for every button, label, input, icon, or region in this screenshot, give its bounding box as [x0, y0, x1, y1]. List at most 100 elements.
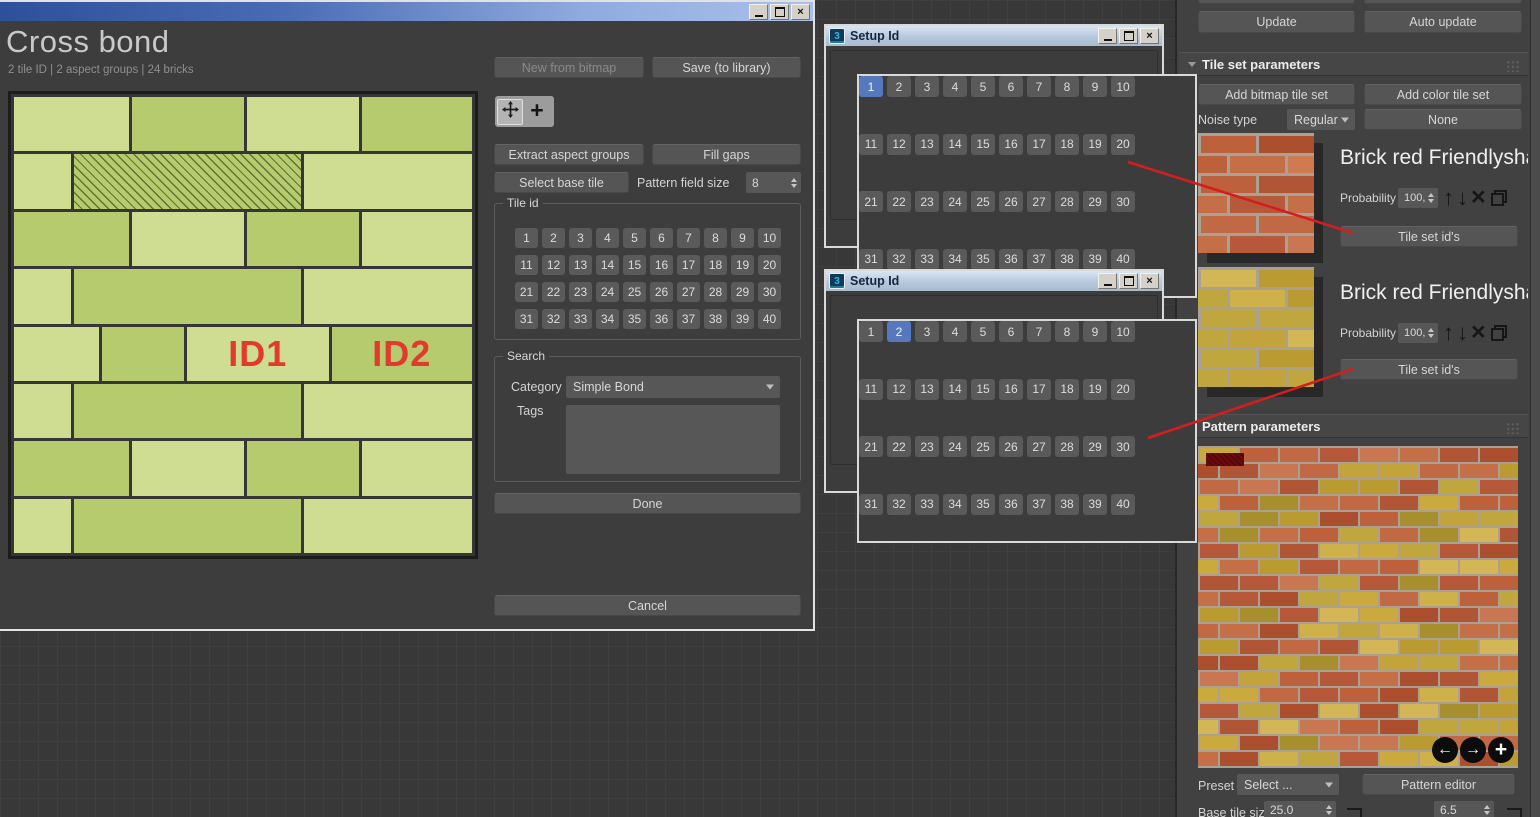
tile-id-button-10[interactable]: 10 [758, 228, 781, 248]
preview-brick[interactable] [247, 97, 359, 151]
dialog-title-bar[interactable]: 3 Setup Id × [826, 271, 1162, 291]
tile-id-button-30[interactable]: 30 [1111, 191, 1135, 212]
spinner-arrows-icon[interactable] [1326, 801, 1332, 817]
close-icon[interactable]: × [1140, 28, 1159, 44]
tile-id-button-15[interactable]: 15 [971, 379, 995, 400]
tile-id-button-24[interactable]: 24 [943, 436, 967, 457]
preview-brick[interactable] [304, 269, 472, 323]
fill-gaps-button[interactable]: Fill gaps [652, 144, 801, 165]
pattern-field-size-spinner[interactable]: 8 [746, 172, 801, 193]
pattern-preview[interactable]: ID1ID2 [14, 97, 472, 553]
tile-id-button-36[interactable]: 36 [999, 494, 1023, 515]
tile-id-button-20[interactable]: 20 [1111, 134, 1135, 155]
tile-id-button-39[interactable]: 39 [1083, 494, 1107, 515]
title-bar[interactable]: × [0, 2, 813, 21]
dialog-title-bar[interactable]: 3 Setup Id × [826, 26, 1162, 46]
tile-id-button-11[interactable]: 11 [859, 379, 883, 400]
tile-id-button-38[interactable]: 38 [704, 309, 727, 329]
preview-brick[interactable] [304, 384, 472, 438]
tile-id-button-6[interactable]: 6 [999, 321, 1023, 342]
preview-brick[interactable] [132, 441, 243, 495]
delete-icon[interactable]: × [1471, 185, 1486, 210]
tile-id-button-25[interactable]: 25 [971, 436, 995, 457]
tile-id-button-10[interactable]: 10 [1111, 321, 1135, 342]
tile-id-button-27[interactable]: 27 [1027, 191, 1051, 212]
tile-id-button-23[interactable]: 23 [915, 191, 939, 212]
tile-id-button-21[interactable]: 21 [859, 436, 883, 457]
tile-id-button-19[interactable]: 19 [1083, 379, 1107, 400]
tile-id-button-21[interactable]: 21 [515, 282, 538, 302]
tile-id-button-34[interactable]: 34 [943, 494, 967, 515]
tile-id-button-9[interactable]: 9 [1083, 321, 1107, 342]
preview-brick[interactable] [304, 499, 472, 553]
tile-set-ids-button-1[interactable]: Tile set id's [1340, 226, 1518, 247]
tile-id-button-5[interactable]: 5 [971, 321, 995, 342]
preview-brick[interactable] [362, 97, 472, 151]
tile-id-button-18[interactable]: 18 [1055, 379, 1079, 400]
tile-id-button-38[interactable]: 38 [1055, 249, 1079, 270]
move-up-icon[interactable]: ↑ [1443, 187, 1454, 209]
tile-id-button-26[interactable]: 26 [999, 191, 1023, 212]
tile-id-button-31[interactable]: 31 [515, 309, 538, 329]
tile-id-button-24[interactable]: 24 [943, 191, 967, 212]
tile-id-button-36[interactable]: 36 [650, 309, 673, 329]
preview-brick[interactable] [74, 269, 301, 323]
tile-id-button-7[interactable]: 7 [677, 228, 700, 248]
preview-brick[interactable] [14, 154, 71, 208]
previous-pattern-button[interactable]: ← [1432, 737, 1458, 763]
tile-id-button-12[interactable]: 12 [887, 134, 911, 155]
tile-id-button-8[interactable]: 8 [1055, 321, 1079, 342]
tile-id-button-23[interactable]: 23 [915, 436, 939, 457]
tile-id-button-17[interactable]: 17 [1027, 379, 1051, 400]
tile-id-button-3[interactable]: 3 [915, 321, 939, 342]
tile-id-button-18[interactable]: 18 [1055, 134, 1079, 155]
tile-id-button-11[interactable]: 11 [859, 134, 883, 155]
tile-id-button-14[interactable]: 14 [943, 379, 967, 400]
tile-id-button-13[interactable]: 13 [915, 379, 939, 400]
base-tile-height-spinner[interactable]: 6.5 [1434, 801, 1494, 817]
preview-brick[interactable] [362, 212, 472, 266]
preview-brick[interactable] [247, 441, 359, 495]
preview-brick[interactable] [14, 441, 129, 495]
tags-input[interactable] [566, 405, 780, 474]
tile-id-button-40[interactable]: 40 [1111, 249, 1135, 270]
select-base-tile-button[interactable]: Select base tile [494, 172, 629, 193]
preview-brick[interactable] [74, 499, 301, 553]
tile-id-button-3[interactable]: 3 [915, 76, 939, 97]
selected-base-tile[interactable] [74, 154, 301, 208]
tile-id-button-22[interactable]: 22 [887, 191, 911, 212]
tile-id-button-32[interactable]: 32 [887, 249, 911, 270]
cancel-button[interactable]: Cancel [494, 595, 801, 616]
move-down-icon[interactable]: ↓ [1457, 187, 1468, 209]
tile-id-button-35[interactable]: 35 [971, 249, 995, 270]
pan-tool-button[interactable] [497, 99, 523, 125]
tile-id-button-1[interactable]: 1 [859, 321, 883, 342]
preview-brick[interactable] [14, 97, 129, 151]
noise-type-select[interactable]: Regular [1287, 109, 1355, 130]
tile-id-button-37[interactable]: 37 [677, 309, 700, 329]
tile-id-button-39[interactable]: 39 [731, 309, 754, 329]
preview-brick[interactable] [74, 384, 301, 438]
delete-icon[interactable]: × [1471, 320, 1486, 345]
spinner-arrows-icon[interactable] [1428, 188, 1434, 208]
new-from-bitmap-button[interactable]: New from bitmap [494, 57, 644, 78]
tile-id-button-6[interactable]: 6 [650, 228, 673, 248]
add-pattern-button[interactable]: + [1488, 737, 1514, 763]
probability-spinner[interactable]: 100, [1398, 188, 1438, 208]
next-pattern-button[interactable]: → [1460, 737, 1486, 763]
duplicate-icon[interactable] [1491, 325, 1507, 341]
tile-id-button-17[interactable]: 17 [1027, 134, 1051, 155]
tile-id-button-9[interactable]: 9 [1083, 76, 1107, 97]
tile-id-button-37[interactable]: 37 [1027, 494, 1051, 515]
tile-id-button-28[interactable]: 28 [704, 282, 727, 302]
tile-id-button-32[interactable]: 32 [542, 309, 565, 329]
tile-set-parameters-rollout[interactable]: Tile set parameters [1179, 52, 1528, 76]
tile-id-button-16[interactable]: 16 [999, 134, 1023, 155]
preview-brick[interactable] [362, 441, 472, 495]
tile-id-button-11[interactable]: 11 [515, 255, 538, 275]
tile-id-button-2[interactable]: 2 [887, 76, 911, 97]
tile-id-button-1[interactable]: 1 [859, 76, 883, 97]
pattern-texture-preview[interactable] [1198, 446, 1518, 768]
preview-brick[interactable] [14, 499, 71, 553]
tile-id-button-26[interactable]: 26 [650, 282, 673, 302]
